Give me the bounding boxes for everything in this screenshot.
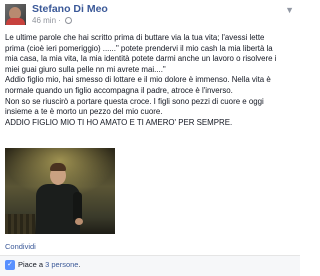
post-time[interactable]: 46 min: [32, 16, 56, 25]
globe-icon: [65, 17, 73, 24]
thumbs-up-icon: ✓: [5, 260, 15, 270]
post-header: Stefano Di Meo 46 min · ▼: [5, 3, 294, 27]
post-text-line: Non so se riuscirò a portare questa croc…: [5, 96, 264, 106]
post-text-line: Addio figlio mio, hai smesso di lottare …: [5, 75, 271, 85]
likes-suffix: .: [78, 260, 81, 269]
chevron-down-icon[interactable]: ▼: [285, 5, 294, 15]
post-text-line: insieme a te è morto un pezzo del mio cu…: [5, 107, 163, 117]
post-text: Le ultime parole che hai scritto prima d…: [5, 33, 297, 128]
likes-summary: Piace a 3 persone.: [18, 260, 81, 270]
post-text-line: Le ultime parole che hai scritto prima d…: [5, 33, 265, 42]
likes-bar: ✓ Piace a 3 persone.: [0, 256, 300, 276]
photo-fence: [5, 214, 35, 234]
post-text-line: ADDIO FIGLIO MIO TI HO AMATO E TI AMERO'…: [5, 117, 233, 127]
post-text-line: normale quando un figlio accompagna il p…: [5, 85, 233, 95]
photo-person-hair: [50, 163, 66, 171]
post-text-line: mia casa, la mia vita, la mia identità p…: [5, 54, 277, 64]
post-meta: 46 min ·: [32, 16, 73, 26]
likes-prefix: Piace a: [18, 260, 44, 269]
likes-count-link[interactable]: 3 persone: [45, 260, 78, 269]
photo-person-hand: [75, 218, 83, 225]
post-text-line: prima (cioè ieri pomeriggio) ......" pot…: [5, 43, 273, 53]
post-photo[interactable]: [5, 148, 115, 234]
meta-separator: ·: [58, 16, 64, 25]
share-link[interactable]: Condividi: [5, 242, 36, 251]
facebook-post: Stefano Di Meo 46 min · ▼ Le ultime paro…: [0, 0, 300, 276]
author-name[interactable]: Stefano Di Meo: [32, 3, 108, 15]
post-text-line: miei guai giuro sulla pelle nn mi avrete…: [5, 64, 166, 74]
avatar-shirt: [6, 18, 25, 25]
avatar[interactable]: [5, 4, 26, 25]
